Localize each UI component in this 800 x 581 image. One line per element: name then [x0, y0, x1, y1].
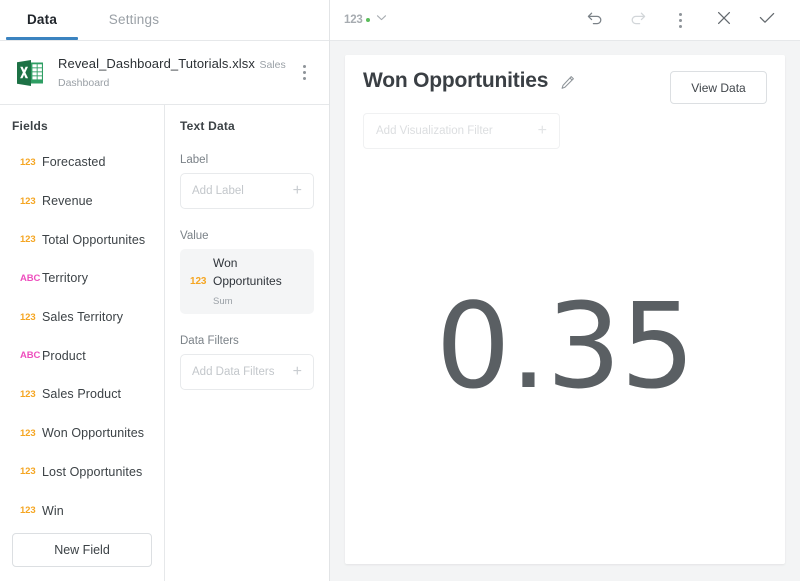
visualization-title: Won Opportunities: [363, 69, 549, 92]
field-item[interactable]: 123 Sales Product: [20, 375, 164, 414]
app-root: Data Settings Reveal_Dashboard_Tutorials…: [0, 0, 800, 581]
excel-file-icon: [16, 57, 44, 89]
field-type-icon: 123: [20, 311, 36, 323]
field-type-icon: 123: [20, 466, 36, 478]
visualization-header: Won Opportunities View Data: [363, 55, 767, 104]
visualization-type-selector[interactable]: 123: [344, 11, 388, 29]
data-editor-pane: Data Settings Reveal_Dashboard_Tutorials…: [0, 0, 330, 581]
undo-button[interactable]: [573, 0, 616, 41]
field-label: Won Opportunites: [42, 426, 145, 441]
add-visualization-filter-dropzone[interactable]: Add Visualization Filter +: [363, 113, 560, 149]
redo-button[interactable]: [616, 0, 659, 41]
field-item[interactable]: 123 Won Opportunites: [20, 414, 164, 453]
plus-icon: +: [292, 182, 302, 199]
tab-settings-label: Settings: [108, 12, 160, 27]
edit-title-button[interactable]: [559, 74, 576, 96]
field-type-icon: 123: [190, 276, 207, 288]
value-section-heading: Value: [180, 230, 209, 242]
field-item[interactable]: 123 Revenue: [20, 182, 164, 221]
field-label: Product: [42, 348, 86, 363]
kebab-menu-icon: [670, 7, 692, 33]
status-dot: [365, 18, 370, 22]
view-data-button[interactable]: View Data: [670, 71, 767, 104]
fields-panel-title: Fields: [12, 119, 48, 133]
field-label: Total Opportunites: [42, 232, 146, 247]
redo-icon: [628, 8, 648, 33]
more-options-button[interactable]: [659, 0, 702, 41]
value-chip-texts: Won Opportunites Sum: [213, 254, 304, 309]
field-item[interactable]: ABC Territory: [20, 259, 164, 298]
field-label: Forecasted: [42, 155, 106, 170]
visualization-canvas: Won Opportunities View Data Add Visualiz…: [330, 41, 800, 581]
field-item[interactable]: 123 Forecasted: [20, 143, 164, 182]
close-button[interactable]: [702, 0, 745, 41]
undo-icon: [585, 8, 605, 33]
field-type-icon: 123: [20, 427, 36, 439]
field-type-icon: ABC: [20, 272, 41, 284]
close-icon: [714, 8, 734, 33]
field-label: Sales Territory: [42, 310, 124, 325]
new-field-container: New Field: [0, 519, 164, 581]
field-type-icon: 123: [20, 234, 36, 246]
new-field-button[interactable]: New Field: [12, 533, 152, 567]
plus-icon: +: [292, 363, 302, 381]
field-label: Territory: [42, 271, 89, 286]
field-label: Win: [42, 503, 64, 518]
tab-data[interactable]: Data: [0, 0, 84, 40]
add-data-filters-dropzone[interactable]: Add Data Filters +: [180, 354, 314, 391]
field-item[interactable]: 123 Sales Territory: [20, 298, 164, 337]
field-type-icon: 123: [20, 156, 36, 168]
field-label: Sales Product: [42, 387, 122, 402]
tab-settings[interactable]: Settings: [84, 0, 184, 40]
tab-active-underline: [6, 37, 78, 40]
field-item[interactable]: 123 Lost Opportunites: [20, 453, 164, 492]
visualization-type-label: 123: [344, 14, 363, 26]
editor-columns: Fields 123 Forecasted 123 Revenue 123 To…: [0, 105, 329, 581]
field-type-icon: ABC: [20, 350, 41, 362]
tab-data-label: Data: [26, 12, 58, 27]
add-visualization-filter-placeholder: Add Visualization Filter: [376, 125, 493, 137]
field-type-icon: 123: [20, 195, 36, 207]
add-label-dropzone[interactable]: Add Label +: [180, 173, 314, 209]
chevron-down-icon: [375, 11, 388, 29]
visualization-pane: 123 Won Opportunities View Data Add Visu…: [330, 0, 800, 581]
value-chip-name: Won Opportunites: [213, 256, 282, 289]
kpi-container: 0.35: [363, 149, 767, 564]
data-source-name: Reveal_Dashboard_Tutorials.xlsx: [58, 55, 255, 71]
data-source-row[interactable]: Reveal_Dashboard_Tutorials.xlsx Sales Da…: [0, 41, 329, 105]
field-item[interactable]: 123 Total Opportunites: [20, 220, 164, 259]
field-item[interactable]: ABC Product: [20, 336, 164, 375]
kpi-value: 0.35: [435, 276, 696, 415]
data-filters-section-heading: Data Filters: [180, 335, 239, 348]
checkmark-icon: [756, 7, 778, 34]
pencil-icon: [559, 76, 576, 95]
plus-icon: +: [537, 122, 547, 139]
fields-panel: Fields 123 Forecasted 123 Revenue 123 To…: [0, 105, 165, 581]
data-source-menu-icon[interactable]: [293, 60, 315, 86]
value-field-chip[interactable]: 123 Won Opportunites Sum: [180, 249, 314, 315]
viz-toolbar: 123: [330, 0, 800, 41]
confirm-button[interactable]: [745, 0, 788, 41]
text-data-panel-title: Text Data: [180, 119, 235, 133]
field-label: Lost Opportunites: [42, 464, 143, 479]
visualization-card: Won Opportunities View Data Add Visualiz…: [345, 55, 785, 564]
value-chip-aggregation: Sum: [213, 295, 233, 307]
fields-list[interactable]: 123 Forecasted 123 Revenue 123 Total Opp…: [0, 143, 164, 533]
editor-tabs: Data Settings: [0, 0, 329, 41]
field-item[interactable]: 123 Win: [20, 491, 164, 530]
field-type-icon: 123: [20, 388, 36, 400]
field-type-icon: 123: [20, 505, 36, 517]
field-label: Revenue: [42, 194, 93, 209]
text-data-panel: Text Data Label Add Label + Value 123 Wo…: [165, 105, 329, 581]
label-section-heading: Label: [180, 154, 209, 166]
data-source-meta: Reveal_Dashboard_Tutorials.xlsx Sales Da…: [58, 55, 293, 91]
add-label-placeholder: Add Label: [192, 185, 244, 197]
add-data-filters-placeholder: Add Data Filters: [192, 366, 275, 379]
